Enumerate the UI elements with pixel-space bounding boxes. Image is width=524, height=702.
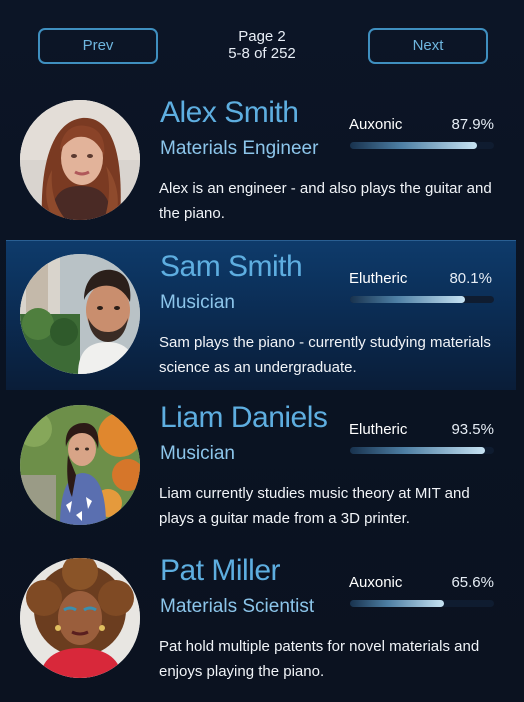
skill-percent: 80.1% [449, 270, 492, 287]
skill-bar [350, 600, 494, 607]
person-card[interactable]: Alex Smith Materials Engineer Auxonic 87… [0, 96, 524, 250]
skill-bar-fill [350, 447, 485, 454]
person-bio: Sam plays the piano - currently studying… [159, 334, 491, 376]
person-name: Sam Smith [160, 250, 303, 283]
skill-bar [350, 447, 494, 454]
skill-label: Auxonic [349, 116, 403, 133]
person-name: Pat Miller [160, 554, 281, 587]
person-role: Materials Scientist [160, 596, 315, 617]
person-name: Alex Smith [160, 96, 299, 129]
skill-percent: 93.5% [451, 421, 494, 438]
person-card[interactable]: Pat Miller Materials Scientist Auxonic 6… [0, 554, 524, 702]
skill-bar [350, 142, 494, 149]
avatar [20, 100, 140, 220]
page-indicator: Page 2 5-8 of 252 [190, 28, 334, 62]
skill-label: Auxonic [349, 574, 403, 591]
skill-percent: 65.6% [451, 574, 494, 591]
person-role: Materials Engineer [160, 138, 319, 159]
person-card[interactable]: Liam Daniels Musician Elutheric 93.5% Li… [0, 401, 524, 555]
avatar [20, 558, 140, 678]
person-bio: Alex is an engineer - and also plays the… [159, 180, 492, 222]
next-button[interactable]: Next [368, 28, 488, 64]
avatar [20, 254, 140, 374]
skill-bar-fill [350, 296, 466, 303]
skill-label: Elutheric [349, 421, 408, 438]
page-range: 5-8 of 252 [228, 45, 296, 62]
person-role: Musician [160, 292, 235, 313]
person-name: Liam Daniels [160, 401, 328, 434]
skill-bar [350, 296, 494, 303]
person-bio: Pat hold multiple patents for novel mate… [159, 638, 480, 680]
person-card-selected[interactable]: Sam Smith Musician Elutheric 80.1% Sam p… [6, 240, 516, 390]
person-bio: Liam currently studies music theory at M… [159, 485, 470, 527]
skill-bar-fill [350, 142, 477, 149]
people-directory: Prev Page 2 5-8 of 252 Next Alex Smith M… [0, 0, 524, 702]
prev-button[interactable]: Prev [38, 28, 158, 64]
page-number: Page 2 [238, 28, 286, 45]
pagination-bar: Prev Page 2 5-8 of 252 Next [0, 0, 524, 80]
skill-label: Elutheric [349, 270, 408, 287]
avatar [20, 405, 140, 525]
skill-bar-fill [350, 600, 445, 607]
skill-percent: 87.9% [451, 116, 494, 133]
person-role: Musician [160, 443, 235, 464]
